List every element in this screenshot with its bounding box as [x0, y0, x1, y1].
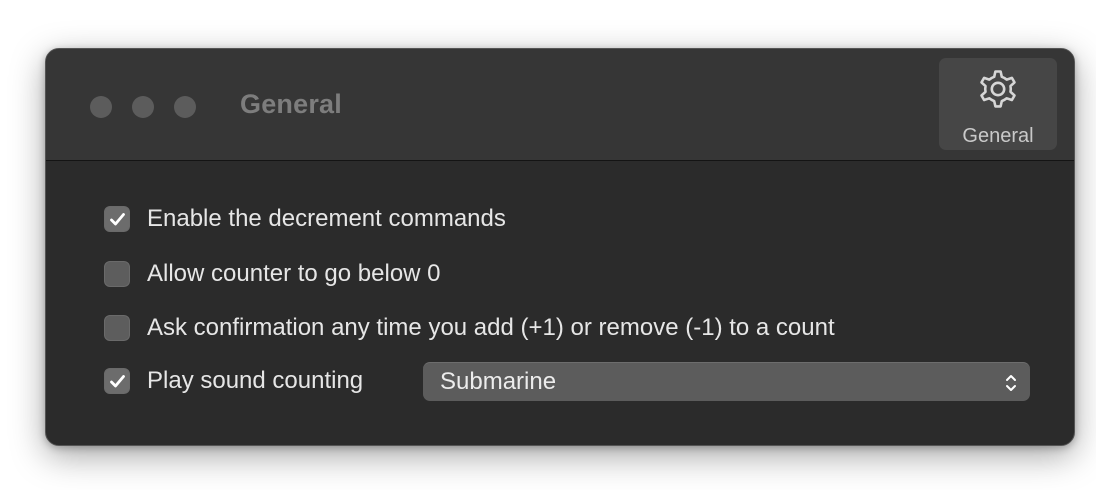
play-sound-label: Play sound counting: [147, 367, 364, 394]
toolbar-general-tab[interactable]: General: [939, 58, 1057, 150]
zoom-window-button[interactable]: [174, 96, 196, 118]
enable-decrement-checkbox[interactable]: [104, 206, 130, 232]
checkmark-icon: [110, 213, 125, 226]
minimize-window-button[interactable]: [132, 96, 154, 118]
chevron-up-down-icon: [1006, 375, 1016, 391]
settings-panel: Enable the decrement commands Allow coun…: [46, 161, 1074, 445]
ask-confirmation-label: Ask confirmation any time you add (+1) o…: [147, 314, 835, 341]
sound-select-value: Submarine: [440, 368, 557, 395]
toolbar-general-label: General: [962, 125, 1034, 147]
title-bar: General General: [46, 49, 1074, 161]
gear-icon: [980, 70, 1016, 108]
close-window-button[interactable]: [90, 96, 112, 118]
allow-below-zero-label: Allow counter to go below 0: [147, 260, 441, 287]
preferences-window: General General Enable the decrement com…: [45, 48, 1075, 446]
setting-row-sound: Play sound counting: [104, 365, 363, 397]
play-sound-checkbox[interactable]: [104, 368, 130, 394]
setting-row-below-zero: Allow counter to go below 0: [104, 258, 441, 290]
sound-select[interactable]: Submarine: [423, 362, 1030, 401]
allow-below-zero-checkbox[interactable]: [104, 261, 130, 287]
setting-row-confirmation: Ask confirmation any time you add (+1) o…: [104, 312, 835, 344]
window-title: General: [240, 89, 342, 119]
checkmark-icon: [110, 375, 125, 388]
setting-row-decrement: Enable the decrement commands: [104, 203, 506, 235]
enable-decrement-label: Enable the decrement commands: [147, 205, 506, 232]
ask-confirmation-checkbox[interactable]: [104, 315, 130, 341]
